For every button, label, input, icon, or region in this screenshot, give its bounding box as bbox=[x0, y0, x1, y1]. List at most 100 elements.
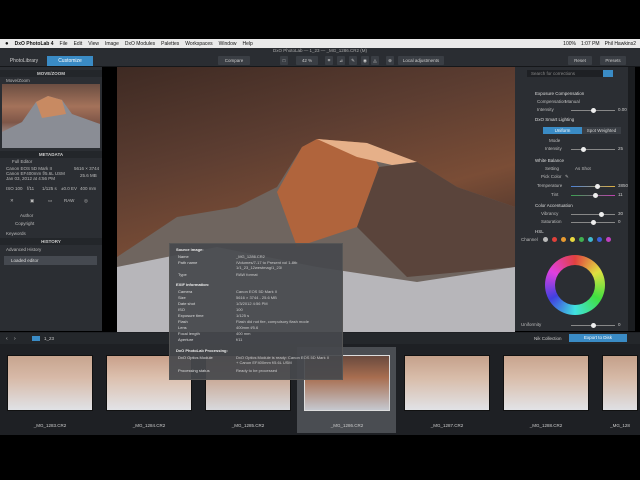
compare-button[interactable]: Compare bbox=[218, 56, 250, 65]
slider-knob[interactable] bbox=[593, 193, 598, 198]
slider-knob[interactable] bbox=[599, 212, 604, 217]
menu-dxo-modules[interactable]: DxO Modules bbox=[125, 41, 155, 47]
slider-knob[interactable] bbox=[591, 108, 596, 113]
straighten-icon[interactable]: ⊿ bbox=[337, 56, 345, 65]
move-zoom-header[interactable]: MOVE/ZOOM bbox=[0, 70, 102, 77]
zoom-field[interactable]: 42 % bbox=[296, 56, 318, 65]
tt-key: Flash bbox=[178, 319, 188, 324]
tab-customize[interactable]: Customize bbox=[47, 56, 93, 66]
eyedropper-icon[interactable]: ✎ bbox=[565, 174, 569, 180]
user-name[interactable]: Phil Hawkins2 bbox=[605, 41, 636, 47]
keywords-toggle[interactable]: Keywords bbox=[6, 231, 26, 236]
menu-view[interactable]: View bbox=[88, 41, 99, 47]
full-editor-label[interactable]: Full Editor bbox=[12, 159, 32, 164]
white-balance-section[interactable]: White Balance bbox=[535, 158, 564, 163]
fit-icon[interactable]: □ bbox=[280, 56, 288, 65]
slider-knob[interactable] bbox=[591, 220, 596, 225]
menu-window[interactable]: Window bbox=[219, 41, 237, 47]
temperature-value[interactable]: 3850 bbox=[618, 183, 628, 188]
move-zoom-item[interactable]: Move/Zoom bbox=[6, 78, 30, 83]
vibrancy-slider[interactable] bbox=[571, 212, 615, 217]
local-adjustments-button[interactable]: Local adjustments bbox=[398, 56, 444, 65]
export-to-disk-button[interactable]: Export to Disk bbox=[569, 334, 627, 342]
menu-image[interactable]: Image bbox=[105, 41, 119, 47]
uniformity-value[interactable]: 0 bbox=[618, 322, 621, 327]
local-adjust-icon[interactable]: ⊕ bbox=[386, 56, 394, 65]
menu-help[interactable]: Help bbox=[242, 41, 252, 47]
thumbnail[interactable] bbox=[602, 355, 638, 411]
thumbnail[interactable] bbox=[404, 355, 490, 411]
navigator-thumbnail[interactable] bbox=[2, 84, 100, 148]
channel-all-swatch[interactable] bbox=[543, 237, 548, 242]
vibrancy-value[interactable]: 30 bbox=[618, 211, 623, 216]
search-corrections-input[interactable]: Search for corrections bbox=[527, 70, 603, 77]
channel-orange-swatch[interactable] bbox=[561, 237, 566, 242]
uniform-button[interactable]: Uniform bbox=[543, 127, 582, 134]
channel-magenta-swatch[interactable] bbox=[606, 237, 611, 242]
slider-knob[interactable] bbox=[591, 323, 596, 328]
color-accent-section[interactable]: Color Accentuation bbox=[535, 203, 573, 208]
apple-menu-icon[interactable]: ● bbox=[5, 41, 9, 47]
tt-key: Aperture bbox=[178, 337, 194, 342]
tint-value[interactable]: 11 bbox=[618, 192, 623, 197]
resolution-label: 5616 × 3744 bbox=[74, 166, 100, 171]
forward-icon[interactable]: › bbox=[14, 336, 16, 342]
tab-photolibrary[interactable]: PhotoLibrary bbox=[2, 56, 46, 66]
channel-red-swatch[interactable] bbox=[552, 237, 557, 242]
back-icon[interactable]: ‹ bbox=[6, 336, 8, 342]
tt-value: Flash did not fire, compulsory flash mod… bbox=[236, 319, 309, 324]
temperature-slider[interactable] bbox=[571, 184, 615, 189]
menu-edit[interactable]: Edit bbox=[74, 41, 83, 47]
menu-file[interactable]: File bbox=[60, 41, 68, 47]
uniformity-slider[interactable] bbox=[571, 323, 615, 328]
nik-collection-button[interactable]: Nik Collection bbox=[534, 336, 562, 341]
redeye-icon[interactable]: ◉ bbox=[361, 56, 369, 65]
intensity-value[interactable]: 0.00 bbox=[618, 107, 627, 112]
channel-blue-swatch[interactable] bbox=[597, 237, 602, 242]
repair-icon[interactable]: ✎ bbox=[349, 56, 357, 65]
palette-filter-icon[interactable] bbox=[603, 70, 613, 77]
channel-green-swatch[interactable] bbox=[579, 237, 584, 242]
smart-lighting-section[interactable]: DxO Smart Lighting bbox=[535, 117, 574, 122]
slider-knob[interactable] bbox=[581, 147, 586, 152]
sl-intensity-value[interactable]: 25 bbox=[618, 146, 623, 151]
presets-button[interactable]: Presets bbox=[600, 56, 626, 65]
history-row[interactable]: Loaded editor bbox=[4, 256, 97, 265]
tint-label: Tint bbox=[551, 192, 559, 197]
compensation-value[interactable]: Manual bbox=[565, 99, 580, 104]
thumbnail[interactable] bbox=[7, 355, 93, 411]
horizon-icon[interactable]: ◬ bbox=[371, 56, 379, 65]
folder-name[interactable]: 1_23 bbox=[44, 336, 54, 341]
right-panel-scrollbar[interactable] bbox=[628, 67, 635, 331]
crop-icon[interactable]: ⌗ bbox=[325, 56, 333, 65]
image-icon: ▣ bbox=[30, 198, 35, 203]
menu-workspaces[interactable]: Workspaces bbox=[185, 41, 212, 47]
tt-value: Ready to be processed bbox=[236, 368, 278, 373]
sl-intensity-slider[interactable] bbox=[571, 147, 615, 152]
app-window: ● DxO PhotoLab 4 File Edit View Image Dx… bbox=[0, 0, 640, 480]
exposure-intensity-slider[interactable] bbox=[571, 108, 615, 113]
exposure-section[interactable]: Exposure Compensation bbox=[535, 91, 584, 96]
reset-button[interactable]: Reset bbox=[568, 56, 592, 65]
menu-palettes[interactable]: Palettes bbox=[161, 41, 179, 47]
channel-yellow-swatch[interactable] bbox=[570, 237, 575, 242]
thumbnail[interactable] bbox=[503, 355, 589, 411]
history-header[interactable]: HISTORY bbox=[0, 238, 102, 245]
hsl-color-wheel[interactable] bbox=[545, 255, 605, 315]
copyright-label: Copyright bbox=[15, 221, 35, 226]
menu-app[interactable]: DxO PhotoLab 4 bbox=[15, 41, 54, 47]
tt-key: Exposure time bbox=[178, 313, 204, 318]
spot-weighted-button[interactable]: Spot Weighted bbox=[582, 127, 621, 134]
tt-value: 1/1_23_12westmag/1_23/ bbox=[236, 265, 283, 270]
wb-setting-value[interactable]: As Shot bbox=[575, 166, 591, 171]
saturation-slider[interactable] bbox=[571, 220, 615, 225]
slider-knob[interactable] bbox=[595, 184, 600, 189]
tint-slider[interactable] bbox=[571, 193, 615, 198]
metadata-header[interactable]: METADATA bbox=[0, 151, 102, 158]
hsl-channel-swatches[interactable] bbox=[543, 237, 623, 243]
thumbnail-label: _MG_1283.CR2 bbox=[33, 423, 67, 428]
advanced-history-toggle[interactable]: Advanced History bbox=[6, 247, 41, 252]
hsl-section[interactable]: HSL bbox=[535, 229, 544, 234]
saturation-value[interactable]: 0 bbox=[618, 219, 621, 224]
channel-aqua-swatch[interactable] bbox=[588, 237, 593, 242]
